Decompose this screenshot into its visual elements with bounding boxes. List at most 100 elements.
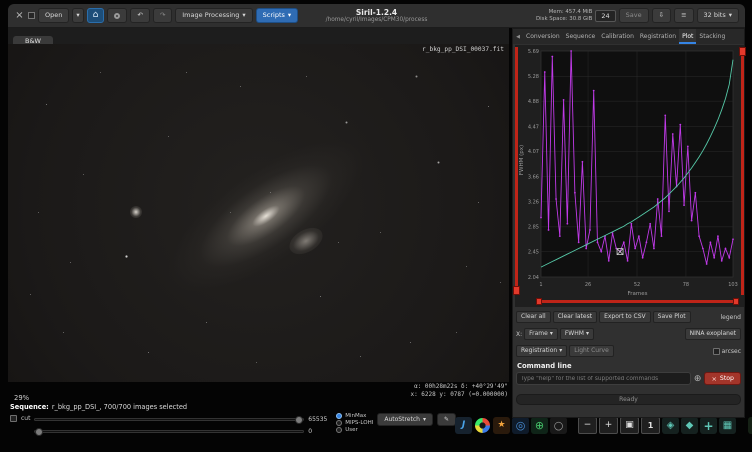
slider-handle[interactable] bbox=[513, 286, 520, 295]
open-dropdown-icon[interactable]: ▾ bbox=[72, 8, 83, 23]
image-tab-bar: B&W bbox=[8, 28, 509, 44]
save-plot-button[interactable]: Save Plot bbox=[653, 311, 691, 323]
hi-level-slider[interactable] bbox=[34, 418, 304, 421]
arcsec-label: arcsec bbox=[722, 348, 741, 355]
zoom-out-button[interactable]: − bbox=[578, 417, 597, 434]
svg-text:3.66: 3.66 bbox=[528, 174, 539, 180]
globe-icon[interactable]: ⊕ bbox=[531, 417, 548, 434]
thread-count-input[interactable]: 24 bbox=[595, 10, 615, 22]
stop-x-icon: × bbox=[711, 375, 716, 383]
redo-button[interactable]: ↷ bbox=[153, 8, 172, 23]
stop-button[interactable]: ×Stop bbox=[704, 372, 741, 385]
hamburger-menu-icon[interactable]: ≡ bbox=[674, 8, 693, 23]
data-source-row: Registration▾ Light Curve arcsec bbox=[516, 345, 741, 357]
tab-stacking[interactable]: Stacking bbox=[696, 29, 728, 44]
x-axis-value: Frame bbox=[529, 331, 548, 337]
undo-button[interactable]: ↶ bbox=[130, 8, 149, 23]
cut-checkbox[interactable] bbox=[10, 415, 17, 422]
plot-area: FWHM (px) 5.695.284.884.474.073.663.262.… bbox=[515, 45, 744, 307]
layers-icon[interactable]: ◈ bbox=[662, 417, 679, 434]
fwhm-plot[interactable]: 5.695.284.884.474.073.663.262.852.452.04… bbox=[527, 47, 739, 295]
arcsec-checkbox[interactable] bbox=[713, 348, 720, 355]
eyedropper-icon[interactable]: ✎ bbox=[437, 413, 456, 426]
stretch-mode-dropdown[interactable]: AutoStretch▾ bbox=[377, 413, 433, 426]
frame-range-slider-left[interactable] bbox=[515, 47, 518, 295]
fit-button[interactable]: ▣ bbox=[620, 417, 639, 434]
clear-all-button[interactable]: Clear all bbox=[516, 311, 551, 323]
level-sliders: 65535 0 bbox=[34, 416, 332, 435]
chevron-down-icon: ▾ bbox=[550, 331, 553, 337]
command-line-row: ⊕ ×Stop bbox=[516, 372, 741, 385]
pinwheel-icon[interactable] bbox=[475, 418, 490, 433]
star-field bbox=[8, 44, 9, 45]
radio-minmax[interactable]: MinMax bbox=[336, 413, 373, 419]
one-to-one-button[interactable]: 1 bbox=[641, 417, 660, 434]
zoom-in-button[interactable]: + bbox=[599, 417, 618, 434]
frame-range-slider-bottom[interactable] bbox=[539, 300, 736, 303]
titlebar: × Open ▾ ⌂ ↶ ↷ Image Processing▾ Scripts… bbox=[8, 4, 745, 28]
svg-text:26: 26 bbox=[585, 282, 591, 288]
scripts-label: Scripts bbox=[263, 12, 285, 19]
radio-icon bbox=[336, 427, 342, 433]
slider-handle[interactable] bbox=[739, 47, 746, 56]
slider-handle-right[interactable] bbox=[733, 298, 739, 305]
svg-text:5.69: 5.69 bbox=[528, 49, 539, 55]
clear-latest-button[interactable]: Clear latest bbox=[553, 311, 597, 323]
legend-toggle[interactable]: legend bbox=[721, 314, 741, 321]
light-curve-button[interactable]: Light Curve bbox=[569, 345, 614, 357]
lo-level-value[interactable]: 0 bbox=[308, 428, 332, 435]
radio-mips-lohi[interactable]: MIPS-LOHI bbox=[336, 420, 373, 426]
bit-depth-label: 32 bits bbox=[704, 12, 726, 19]
ring-icon[interactable]: ○ bbox=[550, 417, 567, 434]
radio-user[interactable]: User bbox=[336, 427, 373, 433]
tab-conversion[interactable]: Conversion bbox=[523, 29, 563, 44]
export-csv-button[interactable]: Export to CSV bbox=[599, 311, 651, 323]
image-processing-label: Image Processing bbox=[182, 12, 239, 19]
command-input[interactable] bbox=[516, 372, 691, 385]
lo-slider-handle[interactable] bbox=[35, 428, 43, 436]
svg-text:3.26: 3.26 bbox=[528, 199, 539, 205]
slider-handle-left[interactable] bbox=[536, 298, 542, 305]
scripts-button[interactable]: Scripts▾ bbox=[256, 8, 299, 23]
lo-level-slider[interactable] bbox=[34, 430, 304, 433]
y-axis-dropdown[interactable]: FWHM▾ bbox=[560, 328, 594, 340]
record-button[interactable] bbox=[107, 8, 127, 23]
diamond-icon[interactable]: ◆ bbox=[681, 417, 698, 434]
table-icon[interactable]: ▦ bbox=[748, 417, 752, 434]
nina-exoplanet-button[interactable]: NINA exoplanet bbox=[685, 328, 741, 340]
celestial-coordinates: α: 00h28m22s δ: +40°29'49" bbox=[300, 383, 508, 391]
script-j-icon[interactable]: J bbox=[455, 417, 472, 434]
radio-user-label: User bbox=[345, 427, 358, 433]
save-button[interactable]: Save bbox=[619, 8, 649, 23]
tab-sequence[interactable]: Sequence bbox=[563, 29, 599, 44]
svg-text:2.45: 2.45 bbox=[528, 249, 539, 255]
command-globe-icon[interactable]: ⊕ bbox=[694, 374, 702, 384]
data-source-dropdown[interactable]: Registration▾ bbox=[516, 345, 567, 357]
svg-text:5.28: 5.28 bbox=[528, 74, 539, 80]
window-icon[interactable] bbox=[28, 12, 35, 19]
image-processing-button[interactable]: Image Processing▾ bbox=[175, 8, 252, 23]
x-axis-dropdown[interactable]: Frame▾ bbox=[524, 328, 558, 340]
frame-range-slider-right[interactable] bbox=[741, 47, 744, 295]
image-canvas[interactable]: r_bkg_pp_DSI_00037.fit bbox=[8, 44, 509, 382]
move-icon[interactable]: + bbox=[700, 417, 717, 434]
tab-registration[interactable]: Registration bbox=[637, 29, 679, 44]
cut-label: cut bbox=[21, 415, 30, 422]
close-icon[interactable]: × bbox=[14, 11, 25, 21]
star-icon[interactable]: ★ bbox=[493, 417, 510, 434]
grid-icon[interactable]: ▦ bbox=[719, 417, 736, 434]
tab-plot[interactable]: Plot bbox=[679, 29, 696, 44]
hi-level-value[interactable]: 65535 bbox=[308, 416, 332, 423]
home-button[interactable]: ⌂ bbox=[87, 8, 105, 23]
target-icon[interactable]: ◎ bbox=[512, 417, 529, 434]
bright-star bbox=[130, 206, 142, 218]
tab-calibration[interactable]: Calibration bbox=[598, 29, 637, 44]
tab-scroll-left-icon[interactable]: ◀ bbox=[513, 29, 523, 44]
open-button[interactable]: Open bbox=[38, 8, 69, 23]
save-as-icon[interactable]: ⇩ bbox=[652, 8, 671, 23]
hi-slider-handle[interactable] bbox=[295, 416, 303, 424]
right-panel: ◀ Conversion Sequence Calibration Regist… bbox=[512, 28, 745, 418]
titlebar-right: Mem: 457.4 MiB Disk Space: 30.8 GiB 24 S… bbox=[536, 8, 739, 23]
bit-depth-dropdown[interactable]: 32 bits▾ bbox=[697, 8, 739, 23]
chevron-down-icon: ▾ bbox=[559, 348, 562, 354]
